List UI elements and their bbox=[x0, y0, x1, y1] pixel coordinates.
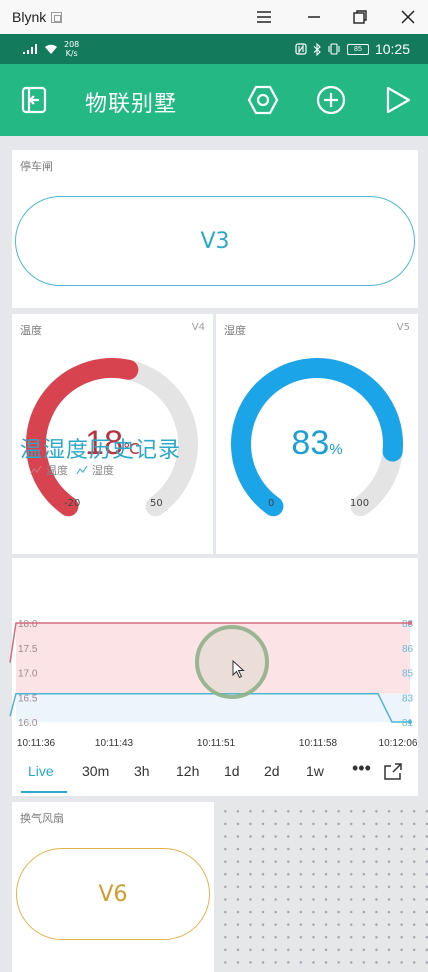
vibrate-icon bbox=[328, 43, 340, 55]
menu-icon[interactable] bbox=[244, 0, 284, 34]
tab-3h[interactable]: 3h bbox=[134, 763, 150, 779]
humidity-min: 0 bbox=[268, 498, 275, 509]
restore-icon[interactable] bbox=[340, 0, 380, 34]
y-left-tick-label: 17.5 bbox=[18, 644, 38, 655]
network-speed-unit: K/s bbox=[65, 49, 78, 58]
window-title-bar: Blynk bbox=[0, 0, 428, 34]
x-tick-label: 10:11:43 bbox=[95, 738, 134, 749]
app-header: 物联别墅 bbox=[0, 64, 428, 136]
y-left-tick-label: 18.0 bbox=[18, 619, 38, 630]
status-bar: 208 K/s 85 10:25 bbox=[0, 34, 428, 64]
humidity-card: 湿度 V5 83% 0 100 bbox=[216, 314, 418, 554]
fan-button[interactable]: V6 bbox=[16, 848, 210, 940]
add-widget-icon[interactable] bbox=[315, 84, 347, 116]
battery-icon: 85 bbox=[346, 43, 369, 55]
settings-icon[interactable] bbox=[247, 84, 279, 116]
tab-live[interactable]: Live bbox=[28, 763, 54, 779]
humidity-number: 83 bbox=[291, 424, 330, 462]
history-chart[interactable]: 18.0 17.5 17.0 16.5 16.0 88 86 85 83 81 10:11:36 10… bbox=[0, 600, 428, 760]
temperature-max: 50 bbox=[150, 498, 163, 509]
y-left-tick-label: 16.5 bbox=[18, 693, 38, 704]
parking-label: 停车闸 bbox=[20, 160, 53, 173]
window-app-icon bbox=[51, 11, 63, 23]
tab-12h[interactable]: 12h bbox=[176, 763, 199, 779]
status-time: 10:25 bbox=[374, 41, 410, 57]
app-title: 物联别墅 bbox=[85, 92, 178, 117]
play-icon[interactable] bbox=[382, 84, 414, 116]
y-right-tick-label: 88 bbox=[402, 619, 414, 630]
x-tick-label: 10:11:58 bbox=[299, 738, 338, 749]
tab-2d[interactable]: 2d bbox=[264, 763, 280, 779]
y-right-tick-label: 85 bbox=[402, 669, 414, 680]
chart-legend: 温度 湿度 bbox=[30, 462, 114, 478]
parking-card: 停车闸 V3 bbox=[12, 150, 418, 308]
humidity-area bbox=[16, 693, 410, 722]
tab-1w[interactable]: 1w bbox=[306, 763, 324, 779]
humidity-value: 83% bbox=[216, 424, 418, 463]
temperature-point bbox=[408, 621, 412, 625]
x-tick-label: 10:11:36 bbox=[17, 738, 56, 749]
x-tick-label: 10:12:06 bbox=[379, 738, 418, 749]
window-title: Blynk bbox=[12, 9, 47, 25]
y-left-tick-label: 17.0 bbox=[18, 669, 38, 680]
legend-temperature-icon bbox=[30, 465, 42, 475]
legend-humidity-icon bbox=[76, 465, 88, 475]
tab-1d[interactable]: 1d bbox=[224, 763, 240, 779]
y-right-tick-label: 83 bbox=[402, 693, 414, 704]
y-left-tick-label: 16.0 bbox=[18, 718, 38, 729]
x-tick-label: 10:11:51 bbox=[197, 738, 236, 749]
legend-temperature-label: 温度 bbox=[46, 464, 68, 477]
network-speed-value: 208 bbox=[64, 40, 80, 49]
minimize-icon[interactable] bbox=[294, 0, 334, 34]
humidity-unit: % bbox=[329, 441, 343, 458]
humidity-max: 100 bbox=[350, 498, 370, 509]
y-right-tick-label: 86 bbox=[402, 644, 414, 655]
tab-30m[interactable]: 30m bbox=[82, 763, 109, 779]
fan-card: 换气风扇 V6 bbox=[12, 802, 214, 972]
parking-gate-button[interactable]: V3 bbox=[15, 196, 415, 286]
humidity-point bbox=[408, 720, 412, 724]
legend-humidity-label: 湿度 bbox=[92, 464, 114, 477]
more-icon[interactable]: ••• bbox=[352, 758, 371, 779]
history-title: 温湿度历史记录 bbox=[20, 438, 182, 463]
y-right-tick-label: 81 bbox=[402, 718, 414, 729]
tab-live-underline bbox=[21, 791, 67, 793]
time-range-tabs: Live 30m 3h 12h 1d 2d 1w ••• bbox=[0, 758, 428, 793]
fan-label: 换气风扇 bbox=[20, 812, 64, 825]
wifi-icon bbox=[45, 44, 57, 54]
empty-widget-grid bbox=[216, 802, 428, 972]
nfc-icon bbox=[295, 43, 307, 55]
temperature-min: -20 bbox=[64, 498, 81, 509]
close-icon[interactable] bbox=[388, 0, 428, 34]
bluetooth-icon bbox=[313, 42, 321, 56]
legend-humidity[interactable]: 湿度 bbox=[76, 462, 114, 478]
exit-icon[interactable] bbox=[18, 84, 50, 116]
touch-indicator bbox=[195, 625, 269, 699]
network-speed: 208 K/s bbox=[64, 40, 79, 58]
signal-icon bbox=[23, 44, 37, 54]
expand-icon[interactable] bbox=[383, 763, 403, 784]
legend-temperature[interactable]: 温度 bbox=[30, 462, 68, 478]
